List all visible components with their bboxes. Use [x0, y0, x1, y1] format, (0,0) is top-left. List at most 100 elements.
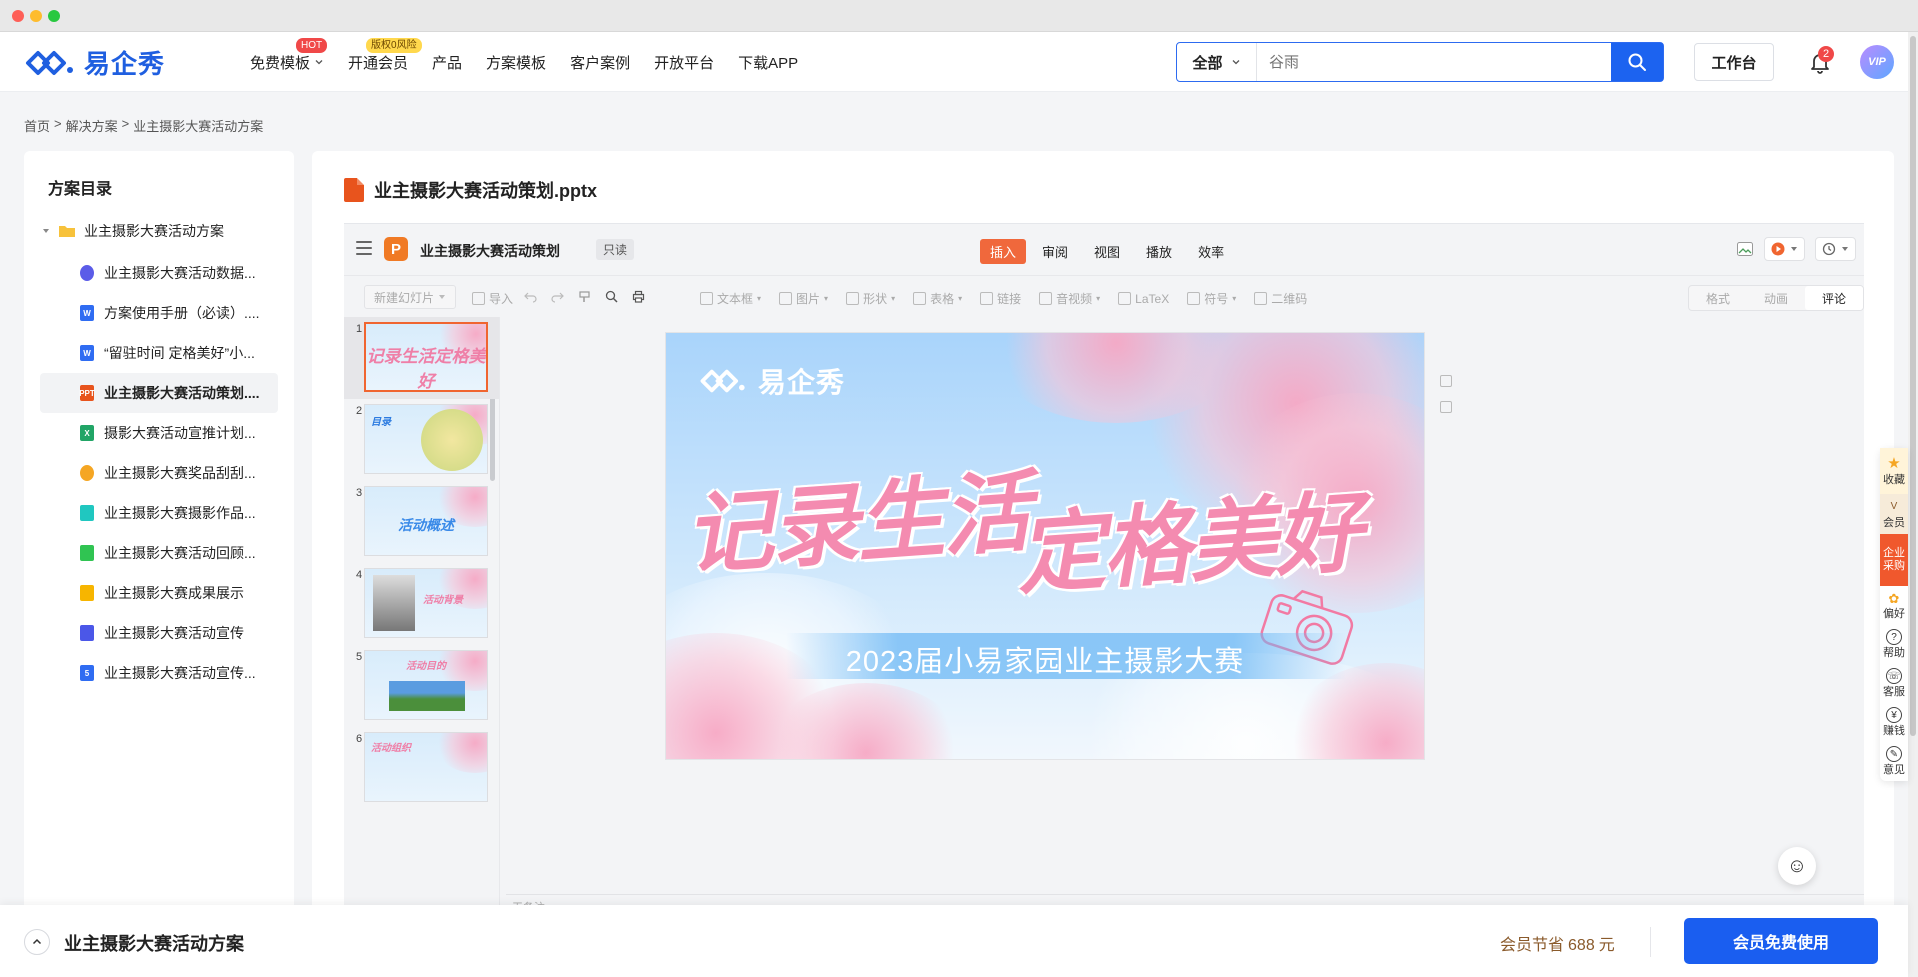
caret-down-icon: ▾ — [757, 294, 762, 303]
file-item[interactable]: 业主摄影大赛奖品刮刮... — [40, 453, 278, 493]
slide-thumbnail[interactable]: 2 目录 — [344, 399, 499, 481]
member-free-use-button[interactable]: 会员免费使用 — [1684, 918, 1878, 964]
close-window-button[interactable] — [12, 10, 24, 22]
tool-latex[interactable]: LaTeX — [1118, 290, 1169, 307]
nav-label: 开通会员 — [348, 54, 409, 72]
nav-solution-templates[interactable]: 方案模板 — [486, 32, 546, 92]
breadcrumb-solutions[interactable]: 解决方案 — [66, 116, 118, 135]
window-titlebar — [0, 0, 1918, 32]
brand-logo[interactable]: 易企秀 — [24, 44, 165, 81]
right-panel-help[interactable]: ? 帮助 — [1880, 625, 1908, 664]
breadcrumb-current: 业主摄影大赛活动方案 — [133, 119, 264, 134]
tool-picture[interactable]: 图片 ▾ — [779, 290, 828, 307]
import-button[interactable]: 导入 — [472, 290, 513, 307]
image-icon[interactable] — [1736, 237, 1754, 261]
right-panel-service[interactable]: ☏ 客服 — [1880, 664, 1908, 703]
right-panel-company[interactable]: 企业采购 — [1880, 534, 1908, 586]
right-panel-preference[interactable]: ✿ 偏好 — [1880, 586, 1908, 625]
history-button[interactable] — [1815, 237, 1856, 261]
right-panel-money[interactable]: ¥ 赚钱 — [1880, 703, 1908, 742]
file-item[interactable]: PPT 业主摄影大赛活动策划.... — [40, 373, 278, 413]
file-item[interactable]: 业主摄影大赛成果展示 — [40, 573, 278, 613]
tab-efficiency[interactable]: 效率 — [1188, 239, 1234, 264]
new-slide-button[interactable]: 新建幻灯片 — [364, 285, 456, 309]
current-slide[interactable]: 易企秀 记录生活 定格美好 2023届小易家园业主摄影大赛 — [666, 333, 1424, 759]
tool-label: 图片 — [796, 292, 821, 306]
file-item[interactable]: X 摄影大赛活动宣推计划... — [40, 413, 278, 453]
nav-open-membership[interactable]: 版权0风险 开通会员 — [348, 32, 422, 92]
zoom-icon[interactable] — [605, 290, 618, 303]
slide-thumbnail[interactable]: 6 活动组织 — [344, 727, 499, 809]
format-painter-icon[interactable] — [578, 290, 591, 303]
slide-thumbnail[interactable]: 5 活动目的 — [344, 645, 499, 727]
file-item[interactable]: 5 业主摄影大赛活动宣传... — [40, 653, 278, 693]
tree-root-folder[interactable]: 业主摄影大赛活动方案 — [42, 221, 224, 241]
bottom-action-bar: 业主摄影大赛活动方案 会员节省 688 元 会员免费使用 — [0, 905, 1908, 977]
nav-open-platform[interactable]: 开放平台 — [654, 32, 714, 92]
tool-symbol[interactable]: 符号 ▾ — [1187, 290, 1236, 307]
slide-thumbnail[interactable]: 4 活动背景 — [344, 563, 499, 645]
nav-free-templates[interactable]: HOT 免费模板 — [250, 32, 328, 92]
menu-icon[interactable] — [356, 241, 372, 255]
tool-link[interactable]: 链接 — [980, 290, 1021, 307]
workbench-button[interactable]: 工作台 — [1694, 43, 1774, 81]
search-input[interactable] — [1257, 43, 1611, 81]
tool-media[interactable]: 音视频 ▾ — [1039, 290, 1100, 307]
tab-animation[interactable]: 动画 — [1747, 286, 1805, 310]
link-icon — [980, 292, 994, 305]
tab-insert[interactable]: 插入 — [980, 239, 1027, 264]
avatar[interactable]: VIP — [1860, 45, 1894, 79]
page-scrollbar[interactable] — [1908, 32, 1918, 977]
right-panel-star[interactable]: ★ 收藏 — [1880, 448, 1908, 494]
file-item[interactable]: 业主摄影大赛活动宣传 — [40, 613, 278, 653]
slide-thumbnail[interactable]: 3 活动概述 — [344, 481, 499, 563]
file-item-label: 业主摄影大赛成果展示 — [104, 585, 244, 601]
tab-review[interactable]: 审阅 — [1032, 239, 1078, 264]
file-item[interactable]: 业主摄影大赛活动数据... — [40, 253, 278, 293]
media-icon — [1039, 292, 1053, 305]
tab-play[interactable]: 播放 — [1136, 239, 1182, 264]
play-slideshow-button[interactable] — [1764, 237, 1805, 261]
print-icon[interactable] — [632, 290, 645, 303]
breadcrumb-home[interactable]: 首页 — [24, 116, 50, 135]
file-item[interactable]: W 方案使用手册（必读）.... — [40, 293, 278, 333]
tool-table[interactable]: 表格 ▾ — [913, 290, 962, 307]
search-category-select[interactable]: 全部 — [1177, 43, 1257, 81]
scrollbar-thumb[interactable] — [1910, 36, 1916, 736]
undo-icon[interactable] — [524, 290, 537, 303]
assistant-bot-icon[interactable]: ☺ — [1778, 847, 1816, 885]
redo-icon[interactable] — [551, 290, 564, 303]
breadcrumb-separator: > — [54, 116, 62, 131]
solution-directory-sidebar: 方案目录 业主摄影大赛活动方案 业主摄影大赛活动数据... W 方案使用手册（必读）… — [24, 151, 294, 911]
right-panel-vip[interactable]: V 会员 — [1880, 494, 1908, 534]
tool-shape[interactable]: 形状 ▾ — [846, 290, 895, 307]
file-item[interactable]: W “留驻时间 定格美好”小... — [40, 333, 278, 373]
main-nav: HOT 免费模板 版权0风险 开通会员 产品 方案模板 客户案例 开放平台 下载… — [250, 32, 822, 92]
tool-textbox[interactable]: 文本框 ▾ — [700, 290, 761, 307]
background-icon[interactable] — [1440, 401, 1452, 413]
expand-toggle-button[interactable] — [24, 929, 50, 955]
file-item[interactable]: 业主摄影大赛摄影作品... — [40, 493, 278, 533]
nav-customer-cases[interactable]: 客户案例 — [570, 32, 630, 92]
caret-down-icon[interactable] — [42, 227, 50, 235]
nav-products[interactable]: 产品 — [432, 32, 462, 92]
maximize-window-button[interactable] — [48, 10, 60, 22]
tool-qrcode[interactable]: 二维码 — [1254, 290, 1307, 307]
file-item-label: 业主摄影大赛摄影作品... — [104, 505, 256, 521]
tab-view[interactable]: 视图 — [1084, 239, 1130, 264]
thumbnail-preview: 记录生活定格美好 — [364, 322, 488, 392]
tab-format[interactable]: 格式 — [1689, 286, 1747, 310]
right-panel-feedback[interactable]: ✎ 意见 — [1880, 742, 1908, 781]
file-item[interactable]: 业主摄影大赛活动回顾... — [40, 533, 278, 573]
thumbnail-title: 活动背景 — [423, 595, 463, 606]
tool-label: 音视频 — [1056, 292, 1093, 306]
slide-thumbnail[interactable]: 1 记录生活定格美好 — [344, 317, 499, 399]
layout-icon[interactable] — [1440, 375, 1452, 387]
search-button[interactable] — [1611, 43, 1663, 81]
minimize-window-button[interactable] — [30, 10, 42, 22]
thumbnail-title: 目录 — [371, 417, 391, 428]
nav-download-app[interactable]: 下载APP — [738, 32, 798, 92]
file-item-label: 业主摄影大赛活动宣传... — [104, 665, 256, 681]
slide-stage: 易企秀 记录生活 定格美好 2023届小易家园业主摄影大赛 — [506, 317, 1864, 914]
tab-comments[interactable]: 评论 — [1805, 286, 1863, 310]
